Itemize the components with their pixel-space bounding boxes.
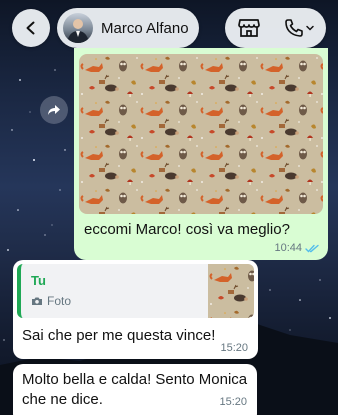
quoted-author: Tu — [31, 273, 46, 288]
chevron-left-icon — [26, 21, 35, 35]
quoted-message[interactable]: Tu Foto — [17, 264, 254, 318]
message-text: eccomi Marco! così va meglio? — [84, 221, 290, 238]
contact-info-button[interactable]: Marco Alfano — [57, 8, 199, 48]
contact-name: Marco Alfano — [101, 19, 189, 37]
header-actions — [225, 8, 326, 48]
message-text: Molto bella e calda! Sento Monica che ne… — [22, 371, 248, 408]
phone-icon — [285, 19, 303, 37]
avatar[interactable] — [63, 13, 93, 43]
message-time: 15:20 — [220, 342, 248, 354]
forward-button[interactable] — [40, 96, 68, 124]
chevron-down-icon — [306, 25, 314, 31]
message-meta: 10:44 — [274, 242, 320, 254]
quoted-photo-thumbnail — [208, 264, 254, 318]
message-time: 10:44 — [274, 242, 302, 254]
quoted-type: Foto — [31, 294, 71, 308]
back-button[interactable] — [12, 9, 50, 47]
storefront-icon — [238, 19, 260, 37]
forward-icon — [48, 105, 60, 115]
catalog-button[interactable] — [225, 8, 273, 48]
message-text: Sai che per me questa vince! — [22, 327, 216, 344]
read-receipt-icon — [305, 244, 319, 253]
incoming-reply-message[interactable]: Tu Foto Sai che per me questa vince! 15:… — [13, 260, 258, 359]
call-button[interactable] — [273, 8, 326, 48]
message-time: 15:20 — [219, 396, 247, 408]
autumn-pattern-photo[interactable] — [79, 54, 323, 214]
incoming-text-message[interactable]: Molto bella e calda! Sento Monica che ne… — [13, 364, 257, 415]
outgoing-photo-message[interactable]: eccomi Marco! così va meglio? 10:44 — [74, 48, 328, 260]
camera-icon — [32, 297, 42, 305]
quoted-type-label: Foto — [47, 294, 72, 308]
